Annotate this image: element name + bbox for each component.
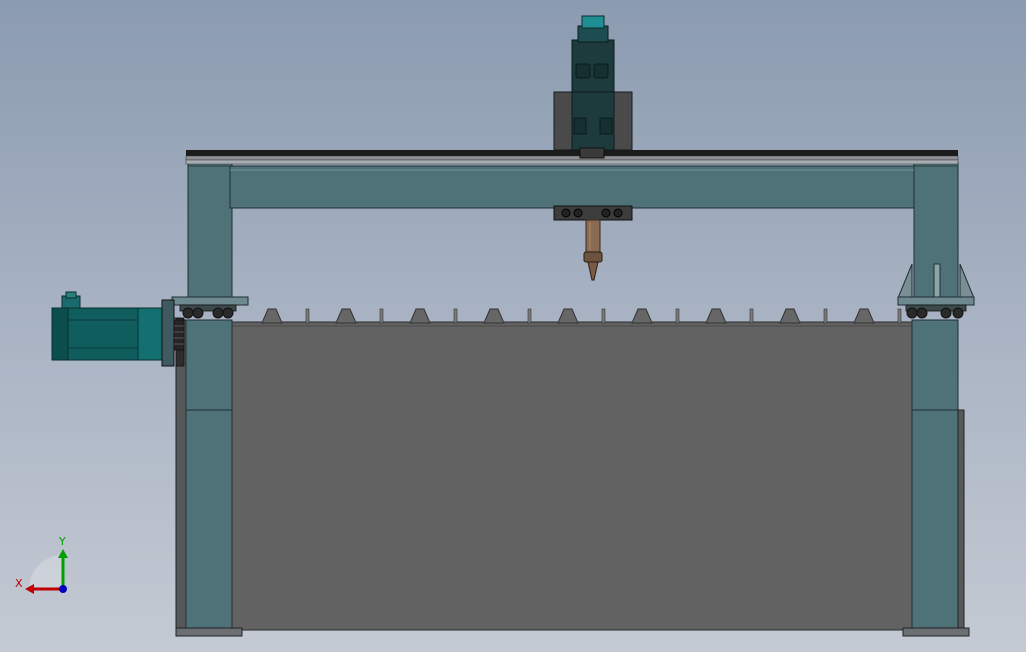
gantry-left-leg[interactable]: [187, 161, 233, 299]
slat-post: [749, 308, 754, 324]
cutting-torch[interactable]: [583, 219, 603, 281]
servo-motor[interactable]: [51, 291, 185, 367]
slat-tooth: [335, 308, 357, 324]
cutting-bed[interactable]: [231, 321, 913, 631]
right-column[interactable]: [902, 319, 970, 637]
slat-post: [601, 308, 606, 324]
slat-post: [305, 308, 310, 324]
slat-post: [527, 308, 532, 324]
slat-post: [823, 308, 828, 324]
cad-scene[interactable]: Y X: [0, 0, 1026, 652]
slat-post: [675, 308, 680, 324]
z-axis-dot: [59, 585, 67, 593]
slat-tooth: [483, 308, 505, 324]
slat-post: [379, 308, 384, 324]
y-axis-arrowhead: [58, 549, 68, 558]
slat-post: [897, 308, 902, 324]
linear-rail[interactable]: [185, 150, 959, 165]
slat-row: [261, 308, 902, 324]
coordinate-triad: Y X: [15, 535, 68, 594]
left-column[interactable]: [175, 319, 243, 637]
slat-tooth: [705, 308, 727, 324]
x-axis-label: X: [15, 577, 23, 590]
right-leg-carriage[interactable]: [897, 263, 975, 319]
slat-tooth: [853, 308, 875, 324]
y-axis-label: Y: [58, 535, 66, 548]
slat-tooth: [631, 308, 653, 324]
slat-tooth: [779, 308, 801, 324]
slat-tooth: [557, 308, 579, 324]
gantry-beam[interactable]: [229, 165, 915, 209]
z-axis-carriage[interactable]: [553, 15, 633, 159]
slat-tooth: [409, 308, 431, 324]
head-mount[interactable]: [553, 205, 633, 221]
cad-viewport[interactable]: Y X: [0, 0, 1026, 652]
slat-post: [453, 308, 458, 324]
slat-tooth: [261, 308, 283, 324]
